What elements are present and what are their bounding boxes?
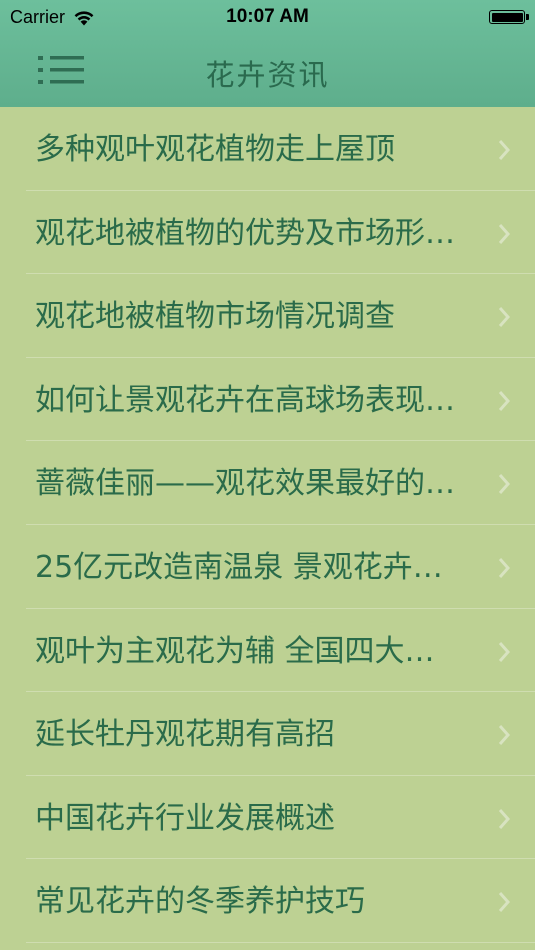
list-item[interactable]: 如何让景观花卉在高球场表现… xyxy=(0,358,535,442)
battery-tip xyxy=(526,14,529,20)
article-title: 观叶为主观花为辅 全国四大… xyxy=(35,633,435,669)
chevron-right-icon xyxy=(498,725,511,746)
list-item[interactable]: 蔷薇佳丽——观花效果最好的… xyxy=(0,441,535,525)
list-item[interactable]: 延长牡丹观花期有高招 xyxy=(0,692,535,776)
chevron-right-icon xyxy=(498,808,511,829)
article-title: 蔷薇佳丽——观花效果最好的… xyxy=(35,466,455,502)
status-time: 10:07 AM xyxy=(226,6,309,27)
list-item[interactable]: 观叶为主观花为辅 全国四大… xyxy=(0,609,535,693)
article-title: 常见花卉的冬季养护技巧 xyxy=(35,884,365,920)
chevron-right-icon xyxy=(498,223,511,244)
chevron-right-icon xyxy=(498,557,511,578)
status-bar: Carrier 10:07 AM xyxy=(0,0,535,36)
article-title: 25亿元改造南温泉 景观花卉… xyxy=(35,549,443,585)
list-item[interactable]: 多种观叶观花植物走上屋顶 xyxy=(0,107,535,191)
article-title: 多种观叶观花植物走上屋顶 xyxy=(35,132,395,167)
article-title: 如何让景观花卉在高球场表现… xyxy=(35,382,455,418)
chevron-right-icon xyxy=(498,140,511,160)
article-title: 观花地被植物市场情况调查 xyxy=(35,299,395,335)
article-title: 延长牡丹观花期有高招 xyxy=(35,717,335,753)
page-title: 花卉资讯 xyxy=(205,58,330,92)
article-list: 多种观叶观花植物走上屋顶 观花地被植物的优势及市场形… 观花地被植物市场情况调查… xyxy=(0,107,535,943)
chevron-right-icon xyxy=(498,892,511,913)
list-item[interactable]: 观花地被植物市场情况调查 xyxy=(0,274,535,358)
article-title: 中国花卉行业发展概述 xyxy=(35,800,335,836)
chevron-right-icon xyxy=(498,474,511,495)
list-item[interactable]: 观花地被植物的优势及市场形… xyxy=(0,191,535,275)
chevron-right-icon xyxy=(498,390,511,411)
divider xyxy=(26,941,535,943)
navigation-header: Carrier 10:07 AM 花卉资讯 xyxy=(0,0,535,107)
chevron-right-icon xyxy=(498,641,511,662)
list-item[interactable]: 中国花卉行业发展概述 xyxy=(0,776,535,860)
list-item[interactable]: 常见花卉的冬季养护技巧 xyxy=(0,859,535,943)
list-item[interactable]: 25亿元改造南温泉 景观花卉… xyxy=(0,525,535,609)
chevron-right-icon xyxy=(498,307,511,328)
battery-icon xyxy=(489,10,525,24)
article-title: 观花地被植物的优势及市场形… xyxy=(35,215,455,251)
